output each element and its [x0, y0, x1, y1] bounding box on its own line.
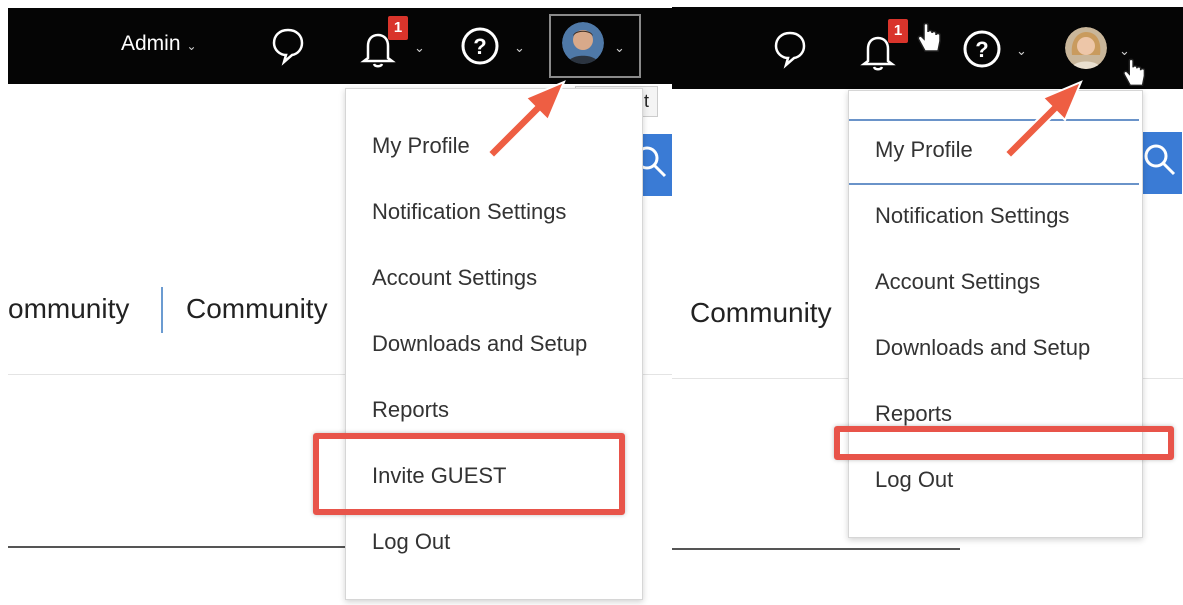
- avatar[interactable]: [562, 22, 604, 64]
- chevron-down-icon: ⌄: [614, 40, 625, 55]
- notification-badge: 1: [388, 16, 408, 40]
- chevron-down-icon: ⌄: [414, 40, 425, 55]
- notification-badge: 1: [888, 19, 908, 43]
- menu-item-reports[interactable]: Reports: [875, 401, 952, 427]
- search-icon: [1144, 144, 1176, 176]
- menu-item-reports[interactable]: Reports: [372, 397, 449, 423]
- admin-label: Admin: [121, 32, 181, 55]
- menu-item-notification-settings[interactable]: Notification Settings: [875, 203, 1069, 229]
- admin-menu-button[interactable]: Admin ⌄: [121, 32, 197, 56]
- arrow-annotation: [486, 80, 566, 160]
- arrow-annotation: [1003, 80, 1083, 160]
- svg-text:?: ?: [975, 37, 988, 62]
- community-tab-partial[interactable]: ommunity: [8, 293, 129, 325]
- top-nav-bar: 1 ? ⌄ ⌄: [672, 7, 1183, 89]
- underline-divider: [8, 546, 353, 548]
- chat-bubble-icon[interactable]: [772, 29, 808, 69]
- menu-item-log-out[interactable]: Log Out: [372, 529, 450, 555]
- chevron-down-icon: ⌄: [514, 40, 525, 55]
- menu-item-log-out[interactable]: Log Out: [875, 467, 953, 493]
- search-button[interactable]: [1142, 132, 1182, 194]
- menu-item-my-profile[interactable]: My Profile: [372, 133, 470, 159]
- menu-item-downloads-setup[interactable]: Downloads and Setup: [875, 335, 1090, 361]
- menu-item-notification-settings[interactable]: Notification Settings: [372, 199, 566, 225]
- tab-divider: [161, 287, 163, 333]
- right-screenshot-panel: 1 ? ⌄ ⌄ Community My Profile Notificatio…: [672, 0, 1183, 605]
- left-screenshot-panel: Admin⌄ 1 ⌄ ? ⌄ ⌄ Account omm: [0, 0, 672, 605]
- chevron-down-icon: ⌄: [1016, 43, 1027, 58]
- menu-item-downloads-setup[interactable]: Downloads and Setup: [372, 331, 587, 357]
- menu-item-my-profile[interactable]: My Profile: [875, 137, 973, 163]
- chat-bubble-icon[interactable]: [270, 26, 306, 66]
- underline-divider: [672, 548, 960, 550]
- menu-item-account-settings[interactable]: Account Settings: [875, 269, 1040, 295]
- community-tab[interactable]: Community: [186, 293, 328, 325]
- chevron-down-icon: ⌄: [186, 39, 197, 53]
- hand-cursor-icon: [917, 22, 941, 52]
- menu-item-account-settings[interactable]: Account Settings: [372, 265, 537, 291]
- highlight-box-removed-item: [834, 426, 1174, 460]
- community-tab[interactable]: Community: [690, 297, 832, 329]
- svg-text:?: ?: [473, 34, 486, 59]
- hand-cursor-icon: [1123, 58, 1146, 87]
- highlight-box-invite-guest: [313, 433, 625, 515]
